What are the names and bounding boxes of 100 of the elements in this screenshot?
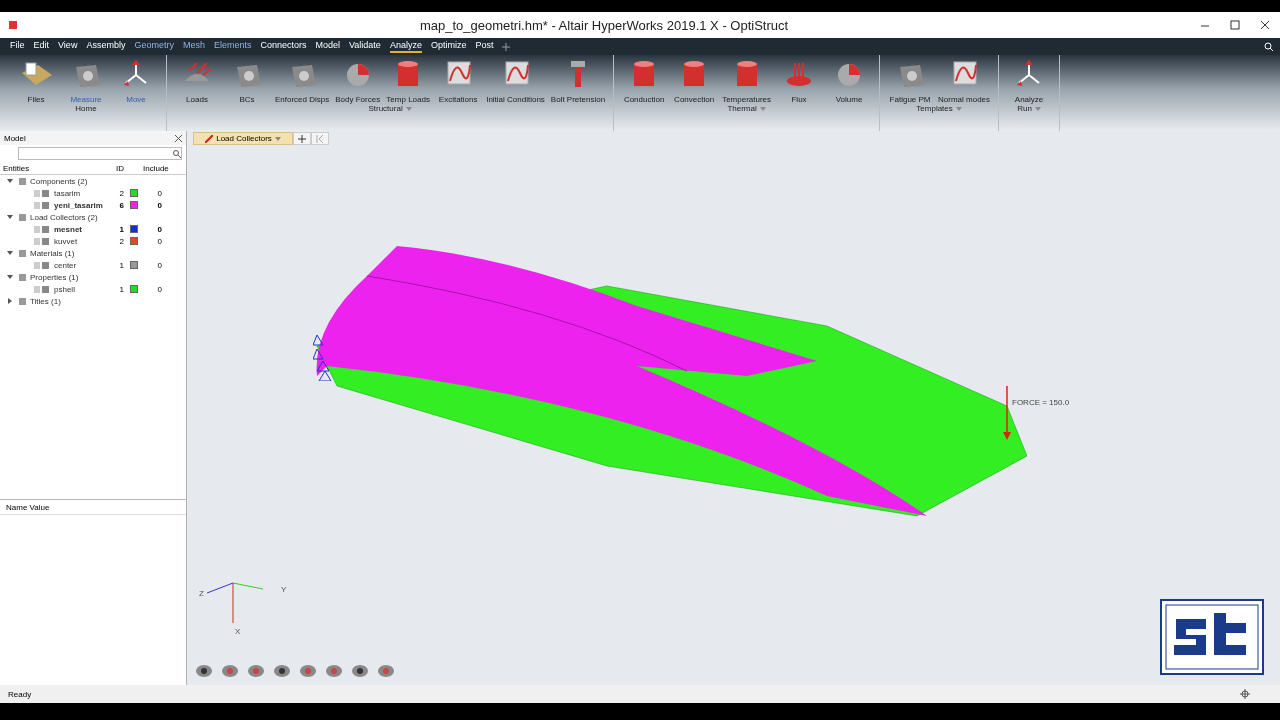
ribbon-tool[interactable]: Enforced Disps bbox=[273, 55, 332, 104]
id-cell-text: 1 bbox=[118, 260, 124, 270]
axis-label: Z bbox=[199, 589, 204, 598]
tree-item[interactable]: pshell bbox=[54, 284, 112, 294]
entity-icon bbox=[34, 188, 50, 198]
search-icon[interactable] bbox=[1264, 41, 1274, 52]
close-icon bbox=[1260, 20, 1270, 30]
entity-icon bbox=[34, 224, 50, 234]
expander-icon[interactable] bbox=[6, 177, 14, 185]
entity-icon bbox=[34, 260, 50, 270]
folder-icon bbox=[18, 248, 27, 258]
ribbon-tool[interactable]: Body Forces bbox=[333, 55, 383, 104]
ribbon-tool[interactable]: Initial Conditions bbox=[484, 55, 547, 104]
tree-item[interactable]: Properties (1) bbox=[30, 272, 79, 282]
menu-item[interactable]: Model bbox=[315, 40, 340, 53]
search-icon bbox=[173, 149, 181, 158]
ribbon-tool[interactable]: Volume bbox=[825, 55, 874, 104]
tree-item[interactable]: Components (2) bbox=[30, 176, 88, 186]
menu-item[interactable]: Post bbox=[475, 40, 494, 53]
tree-item[interactable]: mesnet bbox=[54, 224, 112, 234]
app-icon bbox=[8, 20, 18, 30]
add-icon[interactable] bbox=[502, 42, 511, 51]
folder-icon bbox=[18, 212, 27, 222]
add-button[interactable] bbox=[293, 132, 311, 145]
eye-icon[interactable] bbox=[195, 663, 213, 679]
group-label: Run bbox=[1017, 104, 1032, 113]
include-cell-text: 0 bbox=[156, 200, 162, 210]
id-cell-text: 1 bbox=[118, 284, 124, 294]
id-cell-text: 1 bbox=[118, 224, 124, 234]
ribbon-tool[interactable]: Bolt Pretension bbox=[548, 55, 608, 104]
logo-icon bbox=[1160, 599, 1264, 675]
include-cell-text: 0 bbox=[156, 284, 162, 294]
collapse-icon bbox=[316, 134, 324, 143]
ribbon-tool[interactable]: Convection bbox=[670, 55, 719, 104]
menu-item[interactable]: Assembly bbox=[86, 40, 126, 53]
expander-icon[interactable] bbox=[6, 213, 14, 221]
close-icon[interactable] bbox=[175, 134, 182, 142]
group-label: Templates bbox=[916, 104, 953, 113]
ribbon-tool[interactable]: Normal modes bbox=[936, 55, 993, 104]
tree-item[interactable]: tasarim bbox=[54, 188, 112, 198]
ribbon-tool[interactable]: Temp Loads bbox=[384, 55, 433, 104]
tree-item[interactable]: Titles (1) bbox=[30, 296, 61, 306]
entity-icon bbox=[34, 236, 50, 246]
tree-item[interactable]: Load Collectors (2) bbox=[30, 212, 98, 222]
include-cell-text: 0 bbox=[156, 260, 162, 270]
folder-icon bbox=[18, 176, 27, 186]
entity-icon bbox=[34, 200, 50, 210]
maximize-icon bbox=[1230, 20, 1240, 30]
menu-item[interactable]: Analyze bbox=[389, 40, 422, 53]
menu-item[interactable]: Elements bbox=[213, 40, 252, 53]
menu-item[interactable]: Edit bbox=[33, 40, 50, 53]
search-field[interactable] bbox=[18, 147, 182, 160]
id-cell-text: 6 bbox=[118, 200, 124, 210]
window-title: map_to_geometri.hm* - Altair HyperWorks 2019.1 X - OptiStruct bbox=[418, 17, 790, 33]
menu-item[interactable]: View bbox=[58, 40, 78, 53]
collapse-button[interactable] bbox=[311, 132, 329, 145]
expander-icon[interactable] bbox=[6, 273, 14, 281]
menu-item[interactable]: Optimize bbox=[430, 40, 467, 53]
plus-icon bbox=[298, 134, 306, 143]
id-cell-text: 2 bbox=[118, 188, 124, 198]
expander-icon[interactable] bbox=[6, 249, 14, 257]
details-header: Name Value bbox=[0, 500, 186, 515]
group-label: Structural bbox=[368, 104, 403, 113]
expander-icon[interactable] bbox=[6, 297, 14, 305]
ribbon-tool[interactable]: BCs bbox=[223, 55, 271, 104]
tree-item[interactable]: center bbox=[54, 260, 112, 270]
column-header: Entities bbox=[2, 163, 31, 173]
entity-icon bbox=[34, 284, 50, 294]
folder-icon bbox=[18, 296, 27, 306]
ribbon-tool[interactable]: Conduction bbox=[620, 55, 669, 104]
ribbon-tool[interactable]: Files bbox=[12, 55, 60, 104]
column-header: ID bbox=[115, 163, 125, 173]
axis-label: X bbox=[235, 627, 241, 636]
include-cell-text: 0 bbox=[156, 188, 162, 198]
tree-item[interactable]: kuvvet bbox=[54, 236, 112, 246]
panel-title: Model bbox=[4, 133, 26, 143]
tree-item[interactable]: yeni_tasarim bbox=[54, 200, 112, 210]
include-cell-text: 0 bbox=[156, 224, 162, 234]
crosshair-icon bbox=[1240, 689, 1250, 699]
ribbon-tool[interactable]: Temperatures bbox=[720, 55, 774, 104]
ribbon-tool[interactable]: Flux bbox=[775, 55, 824, 104]
ribbon-tool[interactable]: Excitations bbox=[434, 55, 483, 104]
menu-item[interactable]: Connectors bbox=[260, 40, 307, 53]
menu-item[interactable]: Geometry bbox=[134, 40, 174, 53]
group-label: Thermal bbox=[727, 104, 757, 113]
collector-tab[interactable]: Load Collectors bbox=[193, 132, 293, 145]
axis-label: Y bbox=[281, 585, 287, 594]
ribbon-tool[interactable]: Loads bbox=[173, 55, 221, 104]
id-cell-text: 2 bbox=[118, 236, 124, 246]
tree-item[interactable]: Materials (1) bbox=[30, 248, 75, 258]
force-label: FORCE = 150.0 bbox=[1012, 398, 1070, 407]
ribbon-tool[interactable]: Analyze bbox=[1005, 55, 1054, 104]
folder-icon bbox=[18, 272, 27, 282]
caret-icon bbox=[274, 136, 281, 141]
column-header: Include bbox=[142, 163, 170, 173]
status-text: Ready bbox=[8, 689, 32, 699]
menu-item[interactable]: File bbox=[10, 40, 25, 53]
menu-item[interactable]: Validate bbox=[349, 40, 381, 53]
ribbon-tool[interactable]: Fatigue PM bbox=[886, 55, 935, 104]
menu-item[interactable]: Mesh bbox=[182, 40, 205, 53]
